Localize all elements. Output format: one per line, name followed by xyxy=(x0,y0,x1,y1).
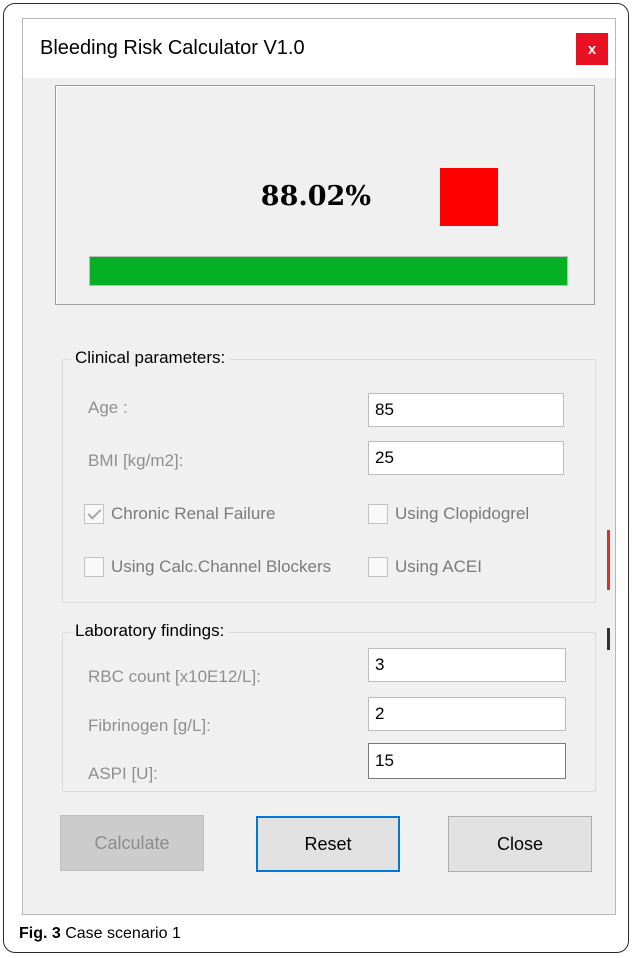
calculate-button[interactable]: Calculate xyxy=(60,815,204,871)
close-icon: x xyxy=(587,40,597,58)
window-close-button[interactable]: x xyxy=(576,33,608,65)
chronic-renal-failure-checkbox[interactable]: Chronic Renal Failure xyxy=(84,504,275,524)
result-panel: 88.02% xyxy=(55,85,595,305)
checkbox-box[interactable] xyxy=(368,557,388,577)
checkbox-label: Using Calc.Channel Blockers xyxy=(111,557,332,576)
using-acei-checkbox[interactable]: Using ACEI xyxy=(368,557,482,577)
title-bar: Bleeding Risk Calculator V1.0 x xyxy=(22,18,616,78)
risk-indicator xyxy=(440,168,498,226)
edge-mark-red xyxy=(607,530,610,590)
checkbox-label: Using Clopidogrel xyxy=(395,504,530,523)
figure-caption: Fig. 3 Case scenario 1 xyxy=(19,925,181,943)
close-button[interactable]: Close xyxy=(448,816,592,872)
rbc-count-input[interactable] xyxy=(368,648,566,682)
aspi-label: ASPI [U]: xyxy=(88,764,158,783)
edge-mark-dark xyxy=(607,628,610,650)
bmi-label: BMI [kg/m2]: xyxy=(88,451,184,470)
checkbox-label: Using ACEI xyxy=(395,557,482,576)
caption-text: Case scenario 1 xyxy=(60,925,181,942)
checkbox-label: Chronic Renal Failure xyxy=(111,504,276,523)
risk-progress-fill xyxy=(90,257,567,285)
bmi-input[interactable] xyxy=(368,441,564,475)
age-input[interactable] xyxy=(368,393,564,427)
clinical-parameters-legend: Clinical parameters: xyxy=(71,348,230,368)
fibrinogen-input[interactable] xyxy=(368,697,566,731)
fibrinogen-label: Fibrinogen [g/L]: xyxy=(88,716,211,735)
risk-percentage: 88.02% xyxy=(260,181,371,212)
checkbox-box[interactable] xyxy=(84,504,104,524)
checkbox-box[interactable] xyxy=(368,504,388,524)
checkbox-box[interactable] xyxy=(84,557,104,577)
age-label: Age : xyxy=(88,398,128,417)
using-calc-channel-blockers-checkbox[interactable]: Using Calc.Channel Blockers xyxy=(84,557,331,577)
window-title: Bleeding Risk Calculator V1.0 xyxy=(40,37,305,59)
reset-button[interactable]: Reset xyxy=(256,816,400,872)
aspi-input[interactable] xyxy=(368,743,566,779)
rbc-count-label: RBC count [x10E12/L]: xyxy=(88,667,261,686)
laboratory-findings-legend: Laboratory findings: xyxy=(71,621,229,641)
caption-prefix: Fig. 3 xyxy=(19,925,61,942)
using-clopidogrel-checkbox[interactable]: Using Clopidogrel xyxy=(368,504,529,524)
risk-progress-bar xyxy=(89,256,568,286)
